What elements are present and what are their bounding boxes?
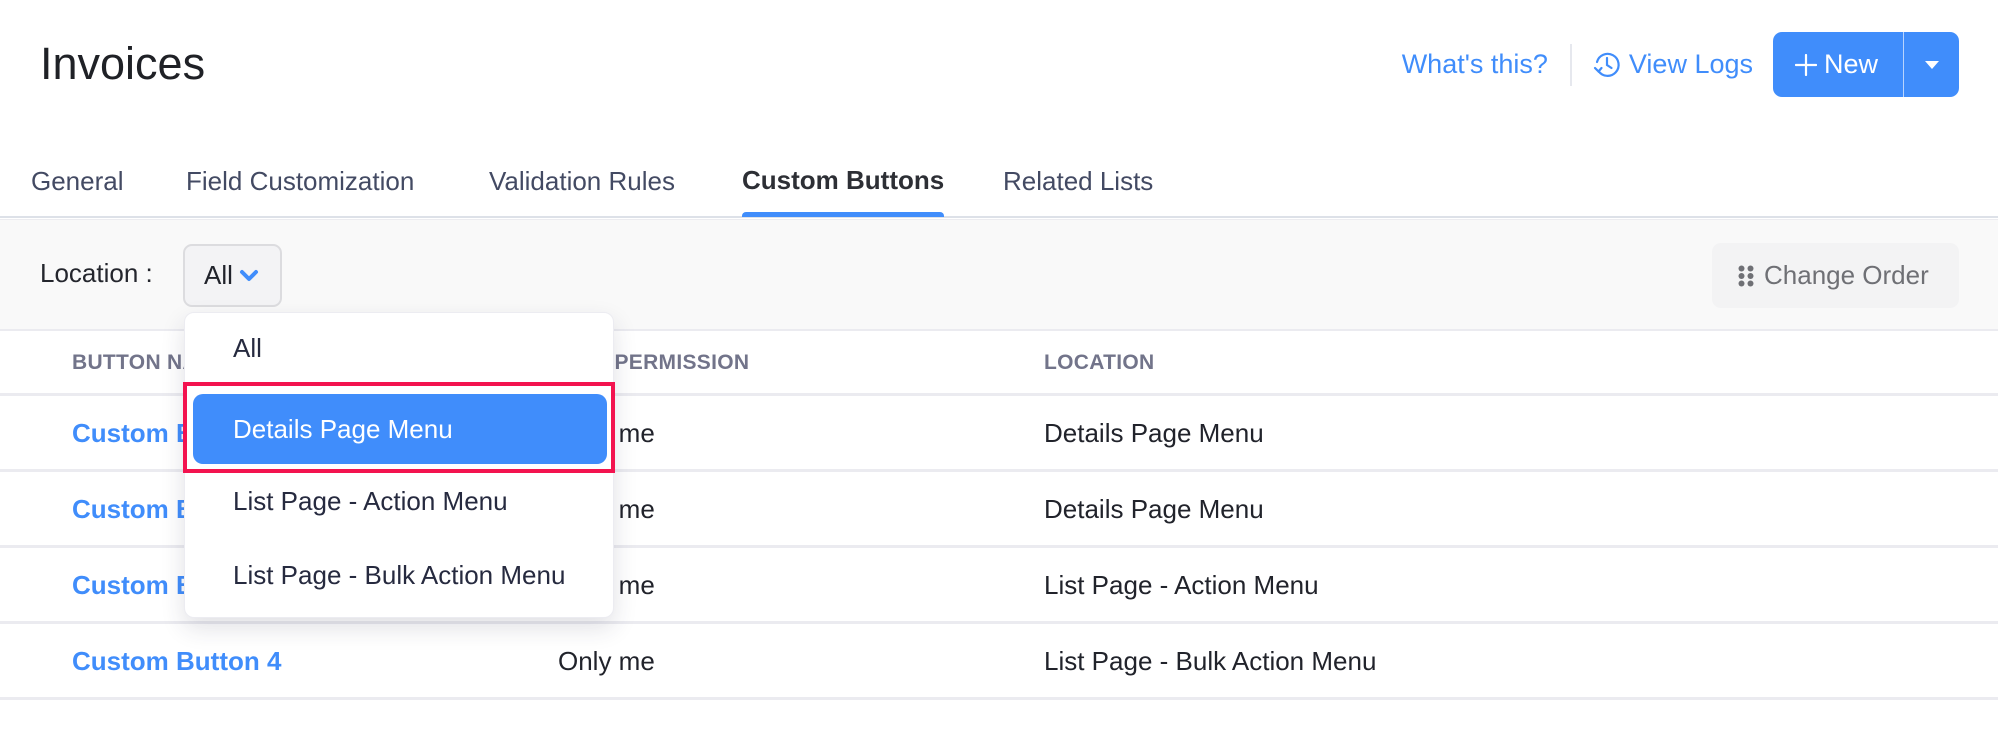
tab-custom-buttons[interactable]: Custom Buttons [742,165,944,196]
menu-option-list-page-bulk-action-menu[interactable]: List Page - Bulk Action Menu [185,540,613,610]
plus-icon [1795,53,1817,76]
tab-field-customization[interactable]: Field Customization [186,166,414,197]
tab-general[interactable]: General [31,166,124,197]
page-title: Invoices [40,38,206,89]
access-permission-cell: Only me [558,646,655,676]
new-button-group: New [1773,32,1959,97]
tab-bar: General Field Customization Validation R… [0,150,1998,218]
header-divider [1569,43,1572,86]
new-button-label: New [1824,49,1879,79]
history-icon [1593,52,1620,77]
location-cell: Details Page Menu [1044,418,1264,448]
location-select[interactable]: All [183,244,282,307]
location-label: Location : [40,258,153,288]
menu-option-all[interactable]: All [185,313,613,383]
view-logs-link[interactable]: View Logs [1592,49,1753,80]
button-name-link[interactable]: Custom Button 4 [72,646,281,677]
whats-this-link[interactable]: What's this? [1402,49,1548,80]
location-cell: List Page - Action Menu [1044,570,1319,600]
caret-down-icon [1924,60,1939,69]
highlight-annotation-box [183,382,615,473]
table-row: Custom Button 4 Only me List Page - Bulk… [0,624,1998,700]
change-order-button[interactable]: Change Order [1712,243,1959,308]
location-cell: Details Page Menu [1044,494,1264,524]
new-dropdown-button[interactable] [1904,32,1959,97]
column-header-location: LOCATION [1044,351,1155,374]
location-select-value: All [204,260,233,290]
tab-related-lists[interactable]: Related Lists [1003,166,1153,197]
new-button[interactable]: New [1773,32,1903,97]
menu-option-list-page-action-menu[interactable]: List Page - Action Menu [185,466,613,536]
header-actions: What's this? View Logs New [1402,32,1959,97]
tab-validation-rules[interactable]: Validation Rules [489,166,675,197]
change-order-label: Change Order [1764,260,1929,290]
chevron-down-icon [239,269,258,281]
location-cell: List Page - Bulk Action Menu [1044,646,1377,676]
drag-handle-icon [1738,265,1754,286]
view-logs-label: View Logs [1628,49,1753,79]
active-tab-indicator [742,212,944,217]
